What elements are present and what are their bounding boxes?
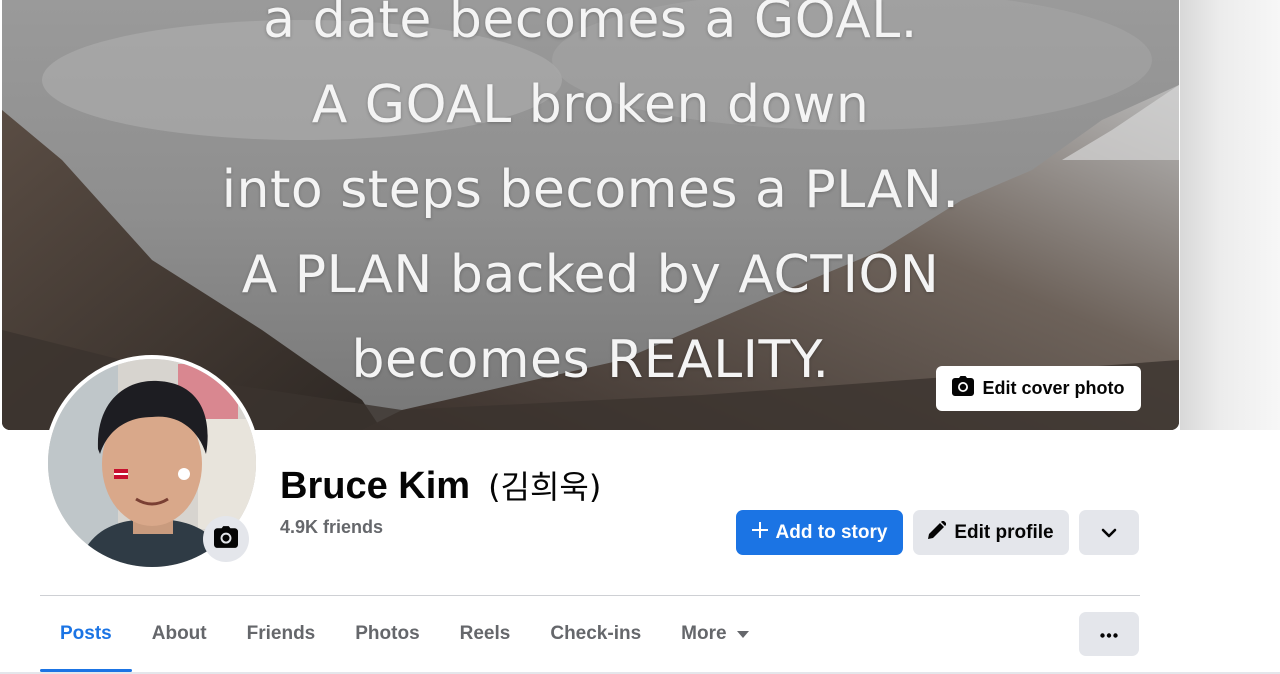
quote-line: a date becomes a GOAL. bbox=[263, 0, 918, 50]
camera-icon bbox=[214, 525, 238, 553]
quote-line: into steps becomes a PLAN. bbox=[221, 160, 960, 220]
quote-line: A GOAL broken down bbox=[311, 75, 870, 135]
tab-label: More bbox=[681, 623, 727, 644]
pencil-icon bbox=[928, 519, 948, 545]
update-profile-picture-button[interactable] bbox=[203, 516, 249, 562]
profile-tabs: Posts About Friends Photos Reels Check-i… bbox=[40, 596, 769, 672]
tab-photos[interactable]: Photos bbox=[335, 596, 439, 672]
friends-count[interactable]: 4.9K friends bbox=[280, 517, 383, 538]
background-fade bbox=[1180, 0, 1280, 430]
more-options-button[interactable] bbox=[1079, 612, 1139, 656]
tab-label: Check-ins bbox=[550, 623, 642, 644]
add-to-story-label: Add to story bbox=[775, 521, 888, 543]
tab-about[interactable]: About bbox=[132, 596, 227, 672]
tab-label: Photos bbox=[355, 623, 420, 644]
profile-name: Bruce Kim bbox=[280, 465, 471, 507]
camera-icon bbox=[952, 376, 975, 401]
plus-icon bbox=[751, 521, 768, 544]
edit-cover-photo-button[interactable]: Edit cover photo bbox=[936, 366, 1141, 411]
add-to-story-button[interactable]: Add to story bbox=[736, 510, 903, 555]
chevron-down-icon bbox=[1101, 522, 1117, 544]
tab-posts[interactable]: Posts bbox=[40, 596, 132, 672]
quote-line: A PLAN backed by ACTION bbox=[241, 245, 940, 305]
edit-profile-label: Edit profile bbox=[954, 521, 1054, 543]
tab-label: Reels bbox=[459, 623, 511, 644]
profile-name-row: Bruce Kim (김희욱) bbox=[280, 462, 601, 508]
ellipsis-icon bbox=[1100, 625, 1118, 643]
tab-friends[interactable]: Friends bbox=[227, 596, 336, 672]
edit-profile-button[interactable]: Edit profile bbox=[913, 510, 1069, 555]
edit-cover-label: Edit cover photo bbox=[982, 378, 1125, 398]
tab-reels[interactable]: Reels bbox=[440, 596, 531, 672]
cover-quote: a date becomes a GOAL. A GOAL broken dow… bbox=[2, 0, 1179, 403]
tab-label: About bbox=[151, 623, 207, 644]
tab-check-ins[interactable]: Check-ins bbox=[530, 596, 661, 672]
tab-more[interactable]: More bbox=[661, 596, 768, 672]
tab-label: Friends bbox=[246, 623, 316, 644]
profile-options-dropdown[interactable] bbox=[1079, 510, 1139, 555]
alternate-name: (김희욱) bbox=[488, 468, 602, 506]
caret-down-icon bbox=[736, 623, 749, 645]
profile-page: a date becomes a GOAL. A GOAL broken dow… bbox=[0, 0, 1280, 674]
tab-label: Posts bbox=[60, 623, 112, 644]
